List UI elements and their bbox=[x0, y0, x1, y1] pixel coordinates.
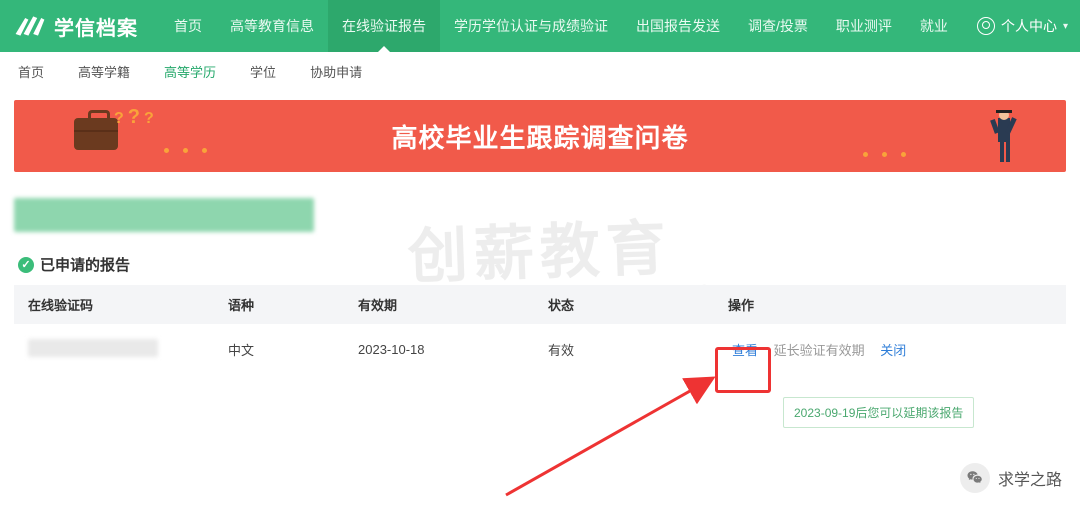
table-row: 中文 2023-10-18 有效 查看 延长验证有效期 关闭 bbox=[14, 324, 1066, 375]
question-marks-icon: ??? bbox=[114, 106, 158, 129]
footer-attribution: 求学之路 bbox=[960, 463, 1062, 493]
subnav-degree-record[interactable]: 高等学历 bbox=[164, 62, 216, 81]
chevron-down-icon: ▾ bbox=[1063, 21, 1068, 32]
user-menu[interactable]: 个人中心 ▾ bbox=[977, 16, 1068, 36]
user-icon bbox=[977, 17, 995, 35]
top-navbar: 学信档案 首页 高等教育信息 在线验证报告 学历学位认证与成绩验证 出国报告发送… bbox=[0, 0, 1080, 52]
brand-name: 学信档案 bbox=[54, 12, 138, 41]
extend-link: 延长验证有效期 bbox=[766, 341, 873, 360]
banner-title: 高校毕业生跟踪调查问卷 bbox=[391, 118, 688, 155]
footer-label: 求学之路 bbox=[998, 466, 1062, 490]
col-expiry: 有效期 bbox=[344, 285, 534, 324]
user-menu-label: 个人中心 bbox=[1001, 16, 1057, 36]
section-header: ✓ 已申请的报告 bbox=[18, 254, 1066, 275]
section-title: 已申请的报告 bbox=[40, 254, 130, 275]
col-status: 状态 bbox=[534, 285, 714, 324]
decor-dots-left bbox=[164, 148, 207, 153]
nav-higher-edu[interactable]: 高等教育信息 bbox=[216, 0, 328, 52]
view-link[interactable]: 查看 bbox=[728, 338, 762, 361]
survey-banner[interactable]: ??? 高校毕业生跟踪调查问卷 bbox=[14, 100, 1066, 172]
user-info-redacted bbox=[14, 198, 314, 232]
cell-expiry: 2023-10-18 bbox=[344, 324, 534, 375]
reports-table: 在线验证码 语种 有效期 状态 操作 中文 2023-10-18 有效 查看 延… bbox=[14, 285, 1066, 375]
sub-nav: 首页 高等学籍 高等学历 学位 协助申请 bbox=[0, 52, 1080, 90]
brand-logo[interactable]: 学信档案 bbox=[14, 12, 138, 41]
subnav-assist[interactable]: 协助申请 bbox=[310, 62, 362, 81]
cell-actions: 查看 延长验证有效期 关闭 bbox=[714, 324, 1066, 375]
nav-career-test[interactable]: 职业测评 bbox=[822, 0, 906, 52]
nav-degree-auth[interactable]: 学历学位认证与成绩验证 bbox=[440, 0, 622, 52]
close-link[interactable]: 关闭 bbox=[876, 341, 910, 360]
applied-reports-section: ✓ 已申请的报告 在线验证码 语种 有效期 状态 操作 中文 2023-10-1… bbox=[14, 254, 1066, 375]
primary-nav: 首页 高等教育信息 在线验证报告 学历学位认证与成绩验证 出国报告发送 调查/投… bbox=[160, 0, 962, 52]
cell-language: 中文 bbox=[214, 324, 344, 375]
extend-tooltip: 2023-09-19后您可以延期该报告 bbox=[783, 397, 974, 428]
nav-employment[interactable]: 就业 bbox=[906, 0, 962, 52]
book-pages-icon bbox=[14, 14, 46, 38]
col-actions: 操作 bbox=[714, 285, 1066, 324]
cell-status: 有效 bbox=[534, 324, 714, 375]
verify-code-redacted bbox=[28, 339, 158, 357]
subnav-enrollment[interactable]: 高等学籍 bbox=[78, 62, 130, 81]
briefcase-icon bbox=[74, 118, 118, 150]
subnav-degree[interactable]: 学位 bbox=[250, 62, 276, 81]
nav-online-verify[interactable]: 在线验证报告 bbox=[328, 0, 440, 52]
graduate-person-icon bbox=[982, 108, 1026, 172]
check-circle-icon: ✓ bbox=[18, 257, 34, 273]
annotation-arrow-icon bbox=[498, 370, 738, 500]
nav-abroad-report[interactable]: 出国报告发送 bbox=[622, 0, 734, 52]
col-language: 语种 bbox=[214, 285, 344, 324]
decor-dots-right bbox=[863, 152, 906, 157]
main-content: ??? 高校毕业生跟踪调查问卷 ✓ 已申请的报告 在线验证码 语种 有效期 状态… bbox=[0, 90, 1080, 375]
nav-survey[interactable]: 调查/投票 bbox=[734, 0, 822, 52]
wechat-icon bbox=[960, 463, 990, 493]
subnav-home[interactable]: 首页 bbox=[18, 62, 44, 81]
nav-home[interactable]: 首页 bbox=[160, 0, 216, 52]
col-code: 在线验证码 bbox=[14, 285, 214, 324]
